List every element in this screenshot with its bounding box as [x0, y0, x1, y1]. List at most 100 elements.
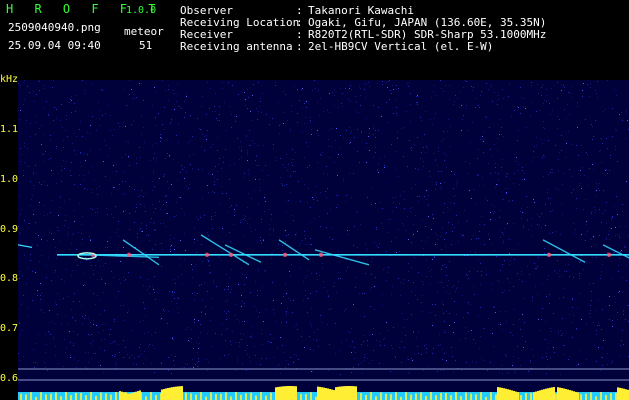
level-bar: [347, 386, 349, 400]
level-bar: [600, 392, 602, 400]
level-bar: [595, 396, 597, 400]
level-bar: [50, 393, 52, 400]
level-bar: [470, 393, 472, 400]
level-bar: [505, 392, 507, 400]
level-bar: [503, 388, 505, 400]
level-bar: [55, 392, 57, 400]
level-bar: [625, 392, 627, 400]
level-bar: [95, 395, 97, 400]
level-bar: [553, 387, 555, 400]
level-bar: [65, 392, 67, 400]
level-bar: [220, 393, 222, 400]
level-bar: [250, 392, 252, 400]
level-bar: [475, 394, 477, 400]
level-bar: [513, 390, 515, 400]
level-bar: [343, 386, 345, 400]
level-bar: [45, 394, 47, 400]
level-bar: [85, 395, 87, 400]
level-bar: [615, 392, 617, 400]
date-time: 25.09.04 09:40: [8, 39, 101, 52]
level-bar: [150, 392, 152, 400]
level-bar: [575, 392, 577, 400]
level-bar: [465, 392, 467, 400]
y-tick-label: 1.0: [0, 174, 19, 185]
meteor-count: 51: [139, 39, 153, 52]
level-bar: [415, 393, 417, 400]
level-bar: [515, 392, 517, 400]
info-label: Receiving antenna: [180, 40, 293, 53]
level-bar: [573, 391, 575, 400]
level-bar: [560, 394, 562, 400]
level-bar: [330, 393, 332, 400]
level-bar: [490, 392, 492, 400]
level-bar: [30, 392, 32, 400]
level-bar: [500, 393, 502, 400]
level-bar: [125, 392, 127, 400]
echo-head: [204, 252, 210, 258]
level-bar: [327, 388, 329, 400]
level-bar: [430, 392, 432, 400]
level-bar: [555, 393, 557, 400]
level-bar: [123, 392, 125, 400]
app-version: 1.0.0: [126, 5, 157, 16]
level-bar: [425, 395, 427, 400]
level-bar: [567, 389, 569, 400]
level-bar: [245, 393, 247, 400]
level-bar: [380, 392, 382, 400]
level-bar: [277, 386, 279, 400]
level-bar: [610, 393, 612, 400]
level-bar: [205, 396, 207, 400]
level-bar: [115, 392, 117, 400]
level-bar: [580, 394, 582, 400]
level-bar: [497, 387, 499, 400]
level-bar: [323, 387, 325, 400]
level-bar: [283, 386, 285, 400]
level-bar: [435, 395, 437, 400]
level-bar: [525, 393, 527, 400]
level-bar: [145, 396, 147, 400]
spectrogram-svg: [18, 80, 629, 400]
level-bar: [585, 393, 587, 400]
level-bar: [260, 392, 262, 400]
y-tick-label: 0.9: [0, 224, 19, 235]
level-bar: [133, 392, 135, 400]
level-bar: [353, 386, 355, 400]
level-bar: [105, 393, 107, 400]
echo-head: [126, 252, 132, 258]
y-tick-label: 0.6: [0, 373, 19, 384]
level-bar: [285, 392, 287, 400]
level-bar: [295, 392, 297, 400]
level-bar: [395, 392, 397, 400]
level-bar: [440, 392, 442, 400]
level-bar: [317, 386, 319, 400]
level-bar: [507, 389, 509, 400]
level-bar: [577, 392, 579, 400]
level-bar: [130, 394, 132, 400]
level-bar: [70, 395, 72, 400]
level-bar: [195, 394, 197, 400]
level-bar: [365, 394, 367, 400]
level-bar: [215, 394, 217, 400]
level-bar: [190, 393, 192, 400]
info-sep: :: [296, 40, 303, 53]
level-bar: [325, 394, 327, 400]
level-bar: [293, 386, 295, 400]
level-bar: [385, 393, 387, 400]
y-tick-label: 1.1: [0, 124, 19, 135]
level-bar: [305, 394, 307, 400]
level-bar: [140, 392, 142, 400]
level-bar: [225, 392, 227, 400]
level-bar: [60, 396, 62, 400]
level-bar: [110, 394, 112, 400]
level-bar: [333, 390, 335, 400]
echo-head: [318, 252, 324, 258]
y-tick-label: 0.8: [0, 273, 19, 284]
level-bar: [235, 392, 237, 400]
level-bar: [255, 395, 257, 400]
level-bar: [160, 393, 162, 400]
file-name: 2509040940.png: [8, 21, 101, 34]
level-bar: [537, 390, 539, 400]
level-bar: [175, 392, 177, 400]
level-bar: [420, 392, 422, 400]
level-bar: [177, 386, 179, 400]
